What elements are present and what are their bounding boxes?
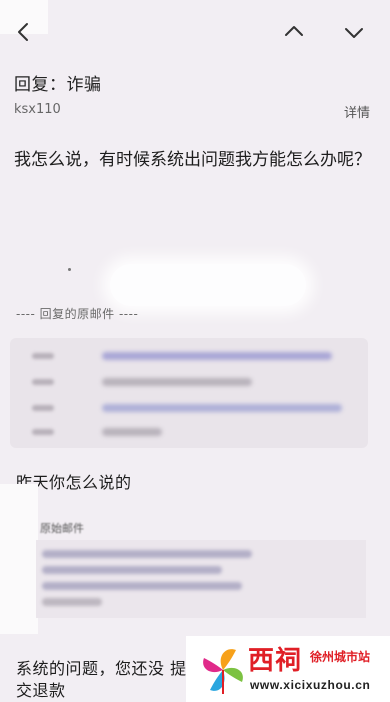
chevron-up-icon[interactable] [280, 18, 308, 46]
chevron-left-icon[interactable] [10, 18, 38, 46]
redaction-patch-left [0, 484, 38, 634]
quoted-row [32, 426, 362, 440]
redacted-label [32, 429, 54, 435]
redacted-label [32, 379, 54, 385]
redacted-value [102, 404, 342, 412]
redacted-line [42, 598, 102, 606]
chevron-down-icon[interactable] [340, 18, 368, 46]
quoted-row [32, 376, 362, 390]
email-subject: 回复：诈骗 [14, 75, 102, 95]
redacted-line [42, 582, 242, 590]
quoted-header-box [10, 338, 368, 448]
footer-text: 系统的问题，您还没 提交退款 [16, 659, 187, 700]
watermark-url: www.xicixuzhou.cn [250, 678, 371, 692]
original-mail-label: 原始邮件 [40, 522, 84, 535]
redacted-label [32, 405, 54, 411]
redacted-line [42, 550, 252, 558]
original-mail-box [36, 540, 366, 618]
watermark-title: 西祠 [248, 646, 303, 676]
redacted-value [102, 378, 252, 386]
quoted-divider: ---- 回复的原邮件 ---- [16, 307, 139, 321]
redacted-value [102, 428, 162, 436]
watermark-city: 徐州城市站 [310, 650, 371, 664]
stray-dot [68, 268, 71, 271]
redacted-value [102, 352, 332, 360]
email-body: 我怎么说，有时候系统出问题我方能怎么办呢？ [14, 150, 371, 170]
pinwheel-logo-icon [196, 642, 250, 696]
redacted-label [32, 353, 54, 359]
email-detail-screen: 回复：诈骗 ksx110 详情 我怎么说，有时候系统出问题我方能怎么办呢？ --… [0, 0, 390, 702]
redacted-blur [110, 264, 306, 306]
quoted-row [32, 402, 362, 416]
details-link[interactable]: 详情 [344, 102, 370, 121]
sender-name[interactable]: ksx110 [14, 102, 61, 117]
quoted-row [32, 350, 362, 364]
redacted-line [42, 566, 222, 574]
watermark: 西祠 徐州城市站 www.xicixuzhou.cn [186, 636, 390, 702]
